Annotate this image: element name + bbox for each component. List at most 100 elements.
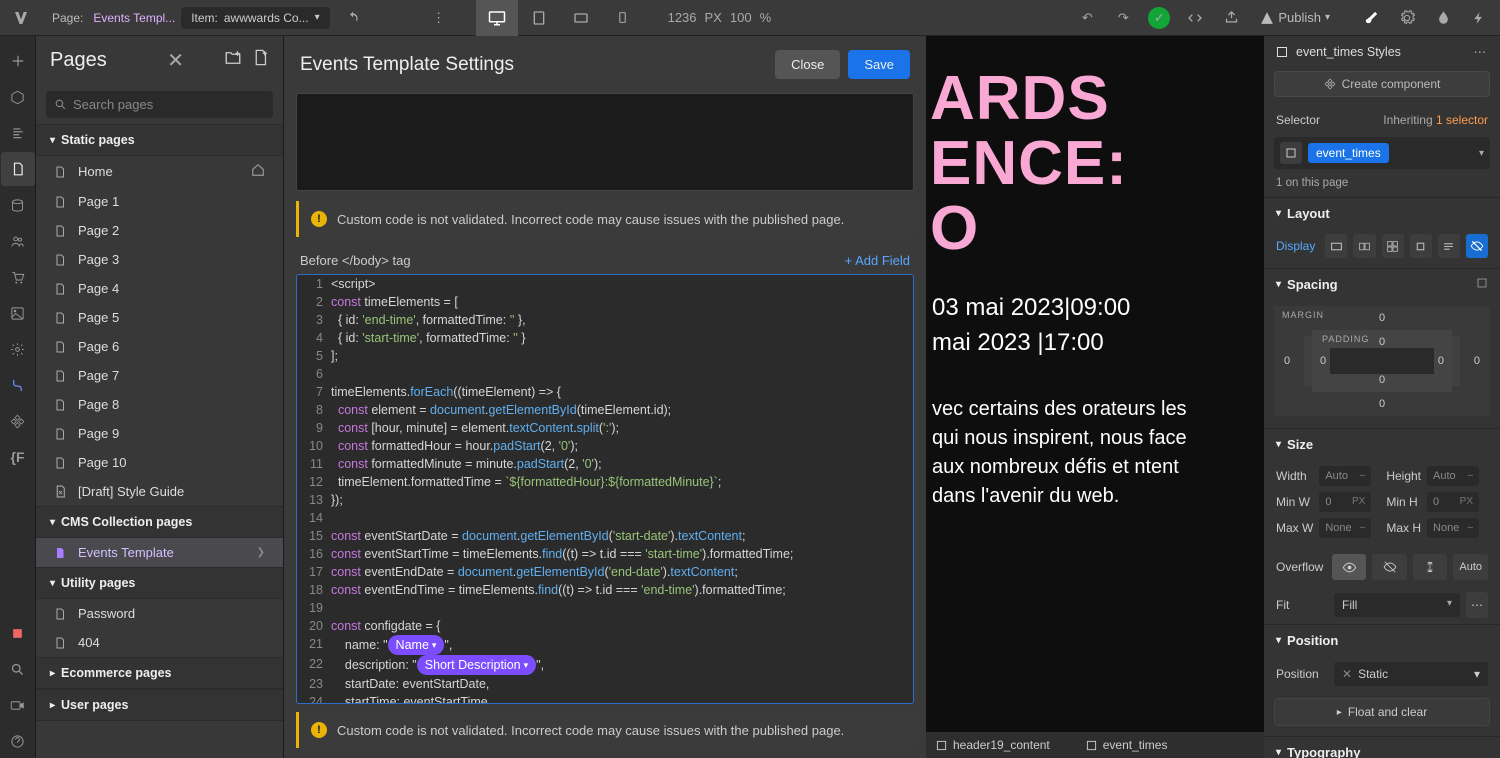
- page-item[interactable]: Page 4: [36, 274, 283, 303]
- page-item[interactable]: Page 7: [36, 361, 283, 390]
- tablet-icon[interactable]: [518, 0, 560, 36]
- page-item-draft[interactable]: [Draft] Style Guide: [36, 477, 283, 506]
- variables-icon[interactable]: {F: [1, 440, 35, 474]
- height-input[interactable]: Auto–: [1427, 466, 1479, 486]
- cms-icon[interactable]: [1, 188, 35, 222]
- close-panel-icon[interactable]: ✕: [167, 48, 184, 73]
- settings-icon[interactable]: [1, 332, 35, 366]
- page-item[interactable]: Page 2: [36, 216, 283, 245]
- fit-more-icon[interactable]: ⋯: [1466, 592, 1488, 618]
- position-section[interactable]: ▾Position: [1264, 625, 1500, 656]
- typography-section[interactable]: ▾Typography: [1264, 737, 1500, 758]
- new-folder-icon[interactable]: [224, 49, 242, 73]
- save-button[interactable]: Save: [848, 50, 910, 79]
- navigator-icon[interactable]: [1, 116, 35, 150]
- page-item[interactable]: Page 5: [36, 303, 283, 332]
- brush-icon[interactable]: [1354, 4, 1388, 32]
- breadcrumb-item[interactable]: header19_content: [926, 738, 1064, 752]
- inheriting-label[interactable]: Inheriting 1 selector: [1383, 113, 1488, 127]
- page-item-events-template[interactable]: Events Template❯: [36, 538, 283, 567]
- more-icon[interactable]: ⋯: [1474, 44, 1489, 59]
- body-code-editor[interactable]: 1<script>2const timeElements = [3 { id: …: [296, 274, 914, 704]
- head-code-editor[interactable]: [296, 93, 914, 191]
- redo-icon[interactable]: ↷: [1106, 4, 1140, 32]
- desktop-icon[interactable]: [476, 0, 518, 36]
- display-block-button[interactable]: [1325, 234, 1347, 258]
- pages-icon[interactable]: [1, 152, 35, 186]
- close-button[interactable]: Close: [775, 50, 840, 79]
- publish-dropdown[interactable]: Publish ▾: [1250, 10, 1340, 25]
- user-pages-section[interactable]: ▸User pages: [36, 689, 283, 721]
- width-input[interactable]: Auto–: [1319, 466, 1371, 486]
- more-icon[interactable]: ⋮: [422, 4, 456, 32]
- new-page-icon[interactable]: [252, 49, 269, 72]
- audit-icon[interactable]: [1, 616, 35, 650]
- float-clear-toggle[interactable]: ▸Float and clear: [1274, 698, 1490, 726]
- tablet-landscape-icon[interactable]: [560, 0, 602, 36]
- chevron-down-icon[interactable]: ▾: [1479, 148, 1484, 159]
- fit-select[interactable]: Fill▾: [1334, 593, 1460, 617]
- breadcrumb-item[interactable]: event_times: [1076, 738, 1182, 752]
- undo-icon[interactable]: ↶: [1070, 4, 1104, 32]
- zoom-value[interactable]: 100: [726, 10, 756, 25]
- refresh-icon[interactable]: [336, 4, 370, 32]
- page-item-password[interactable]: Password: [36, 599, 283, 628]
- page-item-home[interactable]: Home: [36, 156, 283, 187]
- assets-icon[interactable]: [1, 296, 35, 330]
- layout-section[interactable]: ▾Layout: [1264, 198, 1500, 229]
- display-grid-button[interactable]: [1382, 234, 1404, 258]
- code-icon[interactable]: [1178, 4, 1212, 32]
- overflow-auto-button[interactable]: Auto: [1453, 554, 1488, 580]
- video-icon[interactable]: [1, 688, 35, 722]
- state-icon[interactable]: [1280, 142, 1302, 164]
- selector-input[interactable]: event_times ▾: [1274, 137, 1490, 169]
- users-icon[interactable]: [1, 224, 35, 258]
- item-dropdown[interactable]: Item: awwwards Co... ▾: [181, 7, 329, 29]
- page-item[interactable]: Page 8: [36, 390, 283, 419]
- expand-icon[interactable]: [1476, 277, 1488, 292]
- maxw-input[interactable]: None–: [1319, 518, 1371, 538]
- mobile-icon[interactable]: [602, 0, 644, 36]
- overflow-scroll-button[interactable]: [1413, 554, 1448, 580]
- cms-pages-section[interactable]: ▾CMS Collection pages: [36, 506, 283, 538]
- page-value[interactable]: Events Templ...: [93, 11, 175, 25]
- maxh-input[interactable]: None–: [1427, 518, 1479, 538]
- logic-icon[interactable]: [1, 368, 35, 402]
- field-pill-short-description[interactable]: Short Description: [417, 655, 536, 675]
- utility-pages-section[interactable]: ▾Utility pages: [36, 567, 283, 599]
- ecom-pages-section[interactable]: ▸Ecommerce pages: [36, 657, 283, 689]
- cube-icon[interactable]: [1, 80, 35, 114]
- spacing-editor[interactable]: MARGIN PADDING 0 0 0 0 0 0 0 0: [1274, 306, 1490, 416]
- status-ok-icon[interactable]: ✓: [1142, 4, 1176, 32]
- overflow-visible-button[interactable]: [1332, 554, 1367, 580]
- gear-icon[interactable]: [1390, 4, 1424, 32]
- display-inline-button[interactable]: [1438, 234, 1460, 258]
- export-icon[interactable]: [1214, 4, 1248, 32]
- droplet-icon[interactable]: [1426, 4, 1460, 32]
- static-pages-section[interactable]: ▾Static pages: [36, 124, 283, 156]
- help-icon[interactable]: [1, 724, 35, 758]
- add-icon[interactable]: [1, 44, 35, 78]
- field-pill-name[interactable]: Name: [388, 635, 445, 655]
- search-icon[interactable]: [1, 652, 35, 686]
- size-section[interactable]: ▾Size: [1264, 429, 1500, 460]
- design-canvas[interactable]: ARDS ENCE: O 03 mai 2023|09:00 mai 2023 …: [926, 36, 1264, 758]
- create-component-button[interactable]: Create component: [1274, 71, 1490, 97]
- page-item-404[interactable]: 404: [36, 628, 283, 657]
- minh-input[interactable]: 0PX: [1427, 492, 1479, 512]
- page-item[interactable]: Page 6: [36, 332, 283, 361]
- pages-search[interactable]: Search pages: [46, 91, 273, 118]
- selector-pill[interactable]: event_times: [1308, 143, 1389, 163]
- position-select[interactable]: ✕Static▾: [1334, 662, 1488, 686]
- display-flex-button[interactable]: [1353, 234, 1375, 258]
- components-icon[interactable]: [1, 404, 35, 438]
- ecommerce-icon[interactable]: [1, 260, 35, 294]
- page-item[interactable]: Page 1: [36, 187, 283, 216]
- page-item[interactable]: Page 9: [36, 419, 283, 448]
- minw-input[interactable]: 0PX: [1319, 492, 1371, 512]
- webflow-logo-icon[interactable]: [4, 4, 38, 32]
- bolt-icon[interactable]: [1462, 4, 1496, 32]
- display-none-button[interactable]: [1466, 234, 1488, 258]
- overflow-hidden-button[interactable]: [1372, 554, 1407, 580]
- spacing-section[interactable]: ▾Spacing: [1264, 269, 1500, 300]
